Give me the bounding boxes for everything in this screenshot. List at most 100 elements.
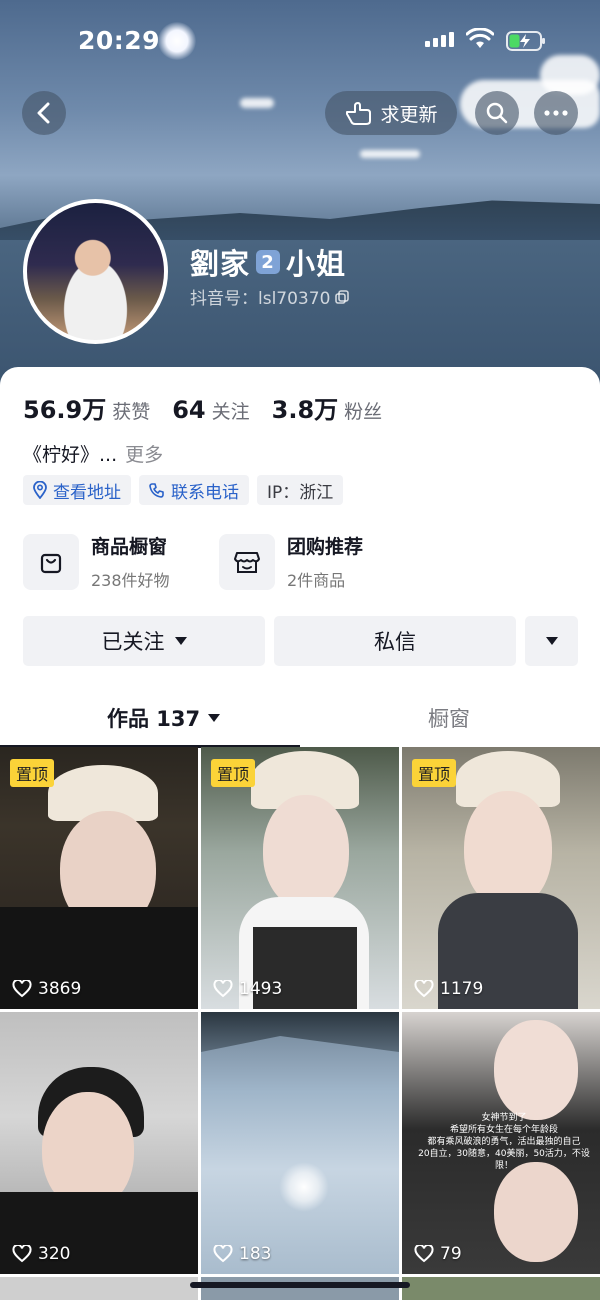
video-thumbnail[interactable] xyxy=(402,1277,600,1300)
like-count: 79 xyxy=(414,1244,462,1264)
copy-icon[interactable] xyxy=(334,289,350,305)
storefront-icon xyxy=(219,533,275,590)
pinned-badge: 置顶 xyxy=(211,759,256,787)
message-label: 私信 xyxy=(374,630,416,654)
video-thumbnail[interactable] xyxy=(201,1277,399,1300)
content-tabs: 作品 137 橱窗 xyxy=(0,703,600,749)
search-button[interactable] xyxy=(475,91,519,135)
stat-value: 3.8万 xyxy=(271,396,339,424)
product-showcase-count: 238件好物 xyxy=(91,571,170,590)
like-count-value: 183 xyxy=(239,1244,272,1264)
heart-icon xyxy=(12,980,32,998)
search-icon xyxy=(486,102,508,124)
like-count-value: 1493 xyxy=(239,979,283,999)
level-badge: 2 xyxy=(256,250,281,274)
profile-name-part2: 小姐 xyxy=(286,247,347,281)
video-thumbnail[interactable]: 置顶 1179 xyxy=(402,747,600,1009)
video-thumbnail[interactable] xyxy=(0,1277,198,1300)
profile-name-part1: 劉家 xyxy=(190,247,251,281)
group-buy-entry[interactable]: 团购推荐 2件商品 xyxy=(219,532,363,591)
wifi-icon xyxy=(466,28,494,48)
caret-down-icon xyxy=(174,637,187,645)
video-overlay-caption: 女神节到了 希望所有女生在每个年龄段 都有乘风破浪的勇气，活出最独的自己 20自… xyxy=(416,1112,592,1172)
video-thumbnail[interactable]: 320 xyxy=(0,1012,198,1274)
product-showcase-title: 商品橱窗 xyxy=(91,536,168,558)
request-update-button[interactable]: 求更新 xyxy=(325,91,457,135)
profile-screen: 20:29 求更新 劉家 2 小姐 抖音号：lsl70370 56.9万 获赞 … xyxy=(0,0,600,1300)
profile-name: 劉家 2 小姐 xyxy=(190,241,346,283)
product-showcase-entry[interactable]: 商品橱窗 238件好物 xyxy=(23,532,170,591)
cloud xyxy=(360,150,420,158)
heart-icon xyxy=(414,1245,434,1263)
ip-location-label: IP：浙江 xyxy=(267,482,334,503)
battery-charging-icon xyxy=(506,31,545,51)
caption-line: 20自立，30随意，40美丽，50活力，不设限！ xyxy=(418,1149,590,1171)
face xyxy=(464,791,552,909)
tab-works[interactable]: 作品 137 xyxy=(107,703,221,733)
status-bar: 20:29 xyxy=(0,22,600,62)
caption-line: 希望所有女生在每个年龄段 xyxy=(449,1125,558,1135)
bio-more-link[interactable]: 更多 xyxy=(125,444,163,466)
chevron-left-icon xyxy=(37,102,50,124)
heart-icon xyxy=(213,1245,233,1263)
sun xyxy=(279,1162,329,1212)
video-thumbnail[interactable]: 置顶 1493 xyxy=(201,747,399,1009)
cloud xyxy=(240,98,274,108)
profile-stats: 56.9万 获赞 64 关注 3.8万 粉丝 xyxy=(23,390,382,425)
stat-label: 获赞 xyxy=(112,401,151,423)
pinned-badge: 置顶 xyxy=(10,759,55,787)
contact-phone-chip[interactable]: 联系电话 xyxy=(139,475,249,505)
like-count: 1179 xyxy=(414,979,483,999)
message-button[interactable]: 私信 xyxy=(274,616,516,666)
face xyxy=(494,1162,578,1262)
caption-line: 都有乘风破浪的勇气，活出最独的自己 xyxy=(427,1137,581,1147)
heart-icon xyxy=(213,980,233,998)
tab-works-label: 作品 137 xyxy=(107,707,201,731)
action-buttons: 已关注 私信 xyxy=(23,616,578,666)
view-address-label: 查看地址 xyxy=(53,482,121,503)
caption-line: 女神节到了 xyxy=(481,1113,527,1123)
phone-icon xyxy=(149,483,164,498)
video-thumbnail[interactable]: 女神节到了 希望所有女生在每个年龄段 都有乘风破浪的勇气，活出最独的自己 20自… xyxy=(402,1012,600,1274)
profile-info-sheet: 56.9万 获赞 64 关注 3.8万 粉丝 《柠好》... 更多 查看地址 联系电话 … xyxy=(0,367,600,1300)
stat-value: 56.9万 xyxy=(23,396,107,424)
face xyxy=(494,1020,578,1120)
like-count-value: 1179 xyxy=(440,979,484,999)
following-label: 已关注 xyxy=(101,630,165,654)
group-buy-title: 团购推荐 xyxy=(287,536,364,558)
location-pin-icon xyxy=(33,481,47,499)
like-count-value: 79 xyxy=(440,1244,462,1264)
avatar[interactable] xyxy=(23,199,168,344)
back-button[interactable] xyxy=(22,91,66,135)
following-button[interactable]: 已关注 xyxy=(23,616,265,666)
stat-likes[interactable]: 56.9万 获赞 xyxy=(23,390,150,425)
douyin-id-row[interactable]: 抖音号：lsl70370 xyxy=(190,284,350,309)
shopping-bag-icon xyxy=(23,533,79,590)
stat-label: 粉丝 xyxy=(344,401,383,423)
stat-followers[interactable]: 3.8万 粉丝 xyxy=(272,390,383,425)
more-options-button[interactable] xyxy=(534,91,578,135)
stat-label: 关注 xyxy=(211,401,250,423)
view-address-chip[interactable]: 查看地址 xyxy=(23,475,131,505)
stat-value: 64 xyxy=(172,396,206,424)
heart-icon xyxy=(414,980,434,998)
video-thumbnail[interactable]: 183 xyxy=(201,1012,399,1274)
request-update-label: 求更新 xyxy=(380,103,438,126)
tab-showcase-label: 橱窗 xyxy=(428,707,470,731)
contact-phone-label: 联系电话 xyxy=(171,482,239,503)
more-dots-icon xyxy=(544,110,568,116)
video-thumbnail[interactable]: 置顶 3869 xyxy=(0,747,198,1009)
home-indicator[interactable] xyxy=(190,1282,410,1288)
bio-text: 《柠好》... xyxy=(23,444,118,466)
pointing-hand-icon xyxy=(346,102,372,125)
info-chips: 查看地址 联系电话 IP：浙江 xyxy=(23,475,344,505)
caret-down-icon xyxy=(208,714,221,722)
douyin-id: 抖音号：lsl70370 xyxy=(190,289,331,309)
bio: 《柠好》... 更多 xyxy=(23,440,163,467)
expand-menu-button[interactable] xyxy=(525,616,578,666)
like-count-value: 3869 xyxy=(38,979,82,999)
stat-following[interactable]: 64 关注 xyxy=(172,396,249,424)
tab-showcase[interactable]: 橱窗 xyxy=(428,703,470,733)
like-count: 3869 xyxy=(12,979,81,999)
like-count: 183 xyxy=(213,1244,271,1264)
